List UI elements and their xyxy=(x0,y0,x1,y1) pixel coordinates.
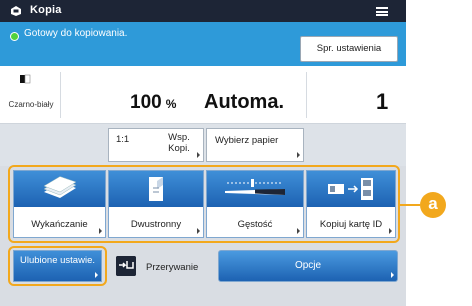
paper-size-value: Automa. xyxy=(204,91,284,113)
ratio-paper-row: 1:1 Wsp. Kopi. Wybierz papier xyxy=(0,124,406,166)
select-paper-button[interactable]: Wybierz papier xyxy=(206,128,304,162)
title-bar: Kopia xyxy=(0,0,406,22)
zoom-unit: % xyxy=(165,97,177,111)
copy-screen: Kopia Gotowy do kopiowania. Spr. ustawie… xyxy=(0,0,406,306)
black-white-icon xyxy=(20,74,31,84)
callout-line xyxy=(400,204,420,206)
copies-count: 1 xyxy=(376,89,389,114)
divider xyxy=(306,72,307,118)
favorite-settings-highlight xyxy=(8,246,107,286)
copy-app-icon xyxy=(11,6,21,16)
color-mode-label: Czarno-biały xyxy=(8,100,54,109)
ratio-main-label: 1:1 xyxy=(116,134,130,145)
interrupt-label: Przerywanie xyxy=(146,262,199,273)
divider xyxy=(60,72,61,118)
copy-ratio-button[interactable]: 1:1 Wsp. Kopi. xyxy=(108,128,204,162)
callout-badge: a xyxy=(420,192,446,218)
app-title: Kopia xyxy=(30,4,62,16)
copy-settings-summary: Czarno-biały 100% Automa. 1 xyxy=(0,66,406,124)
zoom-number: 100 xyxy=(130,92,162,113)
check-settings-button[interactable]: Spr. ustawienia xyxy=(300,36,398,62)
function-tiles-highlight xyxy=(8,165,400,243)
ratio-sub-label: Wsp. Kopi. xyxy=(168,132,190,154)
interrupt-icon[interactable] xyxy=(116,256,136,276)
select-paper-label: Wybierz papier xyxy=(215,135,279,146)
options-button[interactable]: Opcje xyxy=(218,250,398,282)
options-label: Opcje xyxy=(294,260,322,271)
hamburger-menu-icon[interactable] xyxy=(376,7,388,16)
ready-status-indicator-icon xyxy=(10,32,19,41)
corner-arrow-icon xyxy=(391,272,394,278)
corner-arrow-icon xyxy=(197,152,200,158)
status-message: Gotowy do kopiowania. xyxy=(24,28,128,39)
status-bar: Gotowy do kopiowania. Spr. ustawienia xyxy=(0,22,406,66)
corner-arrow-icon xyxy=(297,152,300,158)
zoom-value: 100% xyxy=(130,92,176,114)
